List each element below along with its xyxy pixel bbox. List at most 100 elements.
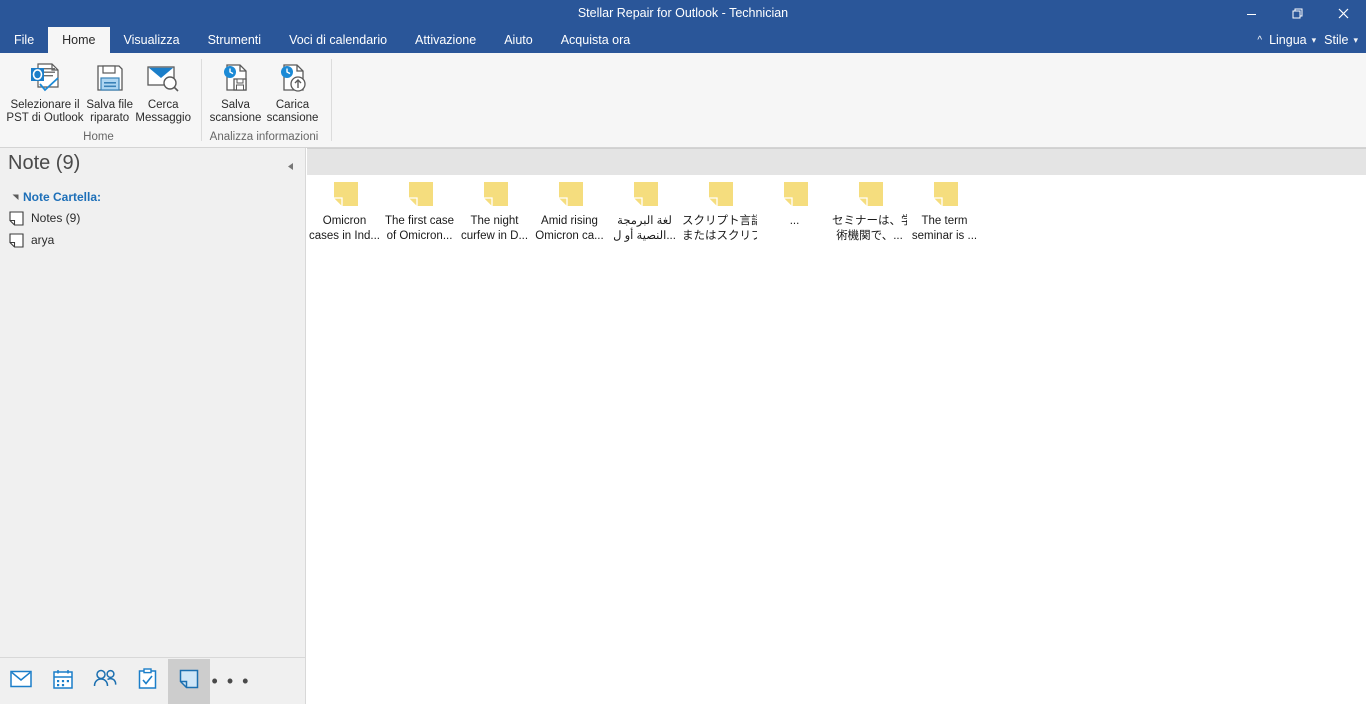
ribbon-group-separator-1 [201,59,202,141]
ribbon-group-home: Selezionare il PST di Outlook Salva file… [6,53,191,147]
note-item[interactable]: セミナーは、学 術機関で、... [832,175,907,244]
select-pst-label-line1: Selezionare il [10,99,80,111]
tab-aiuto[interactable]: Aiuto [490,27,547,53]
restore-button[interactable] [1274,0,1320,27]
note-icon [328,178,362,212]
ribbon-right-controls: ^ Lingua ▾ Stile ▾ [1257,27,1362,53]
save-scan-icon [220,60,252,96]
note-label-line1: The first case [384,215,455,227]
note-icon [5,232,27,248]
note-label-line1: The term [921,215,968,227]
tab-visualizza[interactable]: Visualizza [110,27,194,53]
ribbon-group-separator-2 [331,59,332,141]
note-icon [179,669,199,694]
window-title: Stellar Repair for Outlook - Technician [577,6,789,20]
ribbon-collapse-icon[interactable]: ^ [1257,35,1265,46]
note-item[interactable]: Amid rising Omicron ca... [532,175,607,244]
note-label-line1: لغة البرمجة [617,215,672,227]
note-label-line1: Amid rising [541,215,598,227]
note-item[interactable]: لغة البرمجة النصية أو ل... [607,175,682,244]
select-outlook-pst-button[interactable]: Selezionare il PST di Outlook [6,57,84,125]
note-item[interactable]: ... [757,175,832,244]
note-icon [403,178,437,212]
tab-file[interactable]: File [0,27,48,53]
language-menu[interactable]: Lingua [1267,33,1309,47]
language-chevron-down-icon[interactable]: ▾ [1311,35,1321,46]
search-message-label-line1: Cerca [147,99,179,111]
outlook-pst-icon [28,60,62,96]
note-label-line1: セミナーは、学 [832,215,907,227]
note-label-line2: النصية أو ل... [613,230,676,242]
page-title: Note (9) [8,152,81,174]
note-item[interactable]: The night curfew in D... [457,175,532,244]
clipboard-check-icon [138,668,157,694]
tab-attivazione[interactable]: Attivazione [401,27,490,53]
save-scan-label-line1: Salva [221,99,250,111]
note-icon [853,178,887,212]
save-scan-label-line2: scansione [209,112,262,124]
navigation-pane: Note (9) Note Cartella: Notes (9) arya [0,148,306,657]
note-label-line1: Omicron [322,215,367,227]
ribbon-tab-strip: File Home Visualizza Strumenti Voci di c… [0,27,1366,53]
collapse-left-icon[interactable] [284,159,298,173]
note-label-line2: of Omicron... [386,230,453,242]
floppy-save-icon [94,60,126,96]
tab-acquista-ora[interactable]: Acquista ora [547,27,644,53]
note-icon [628,178,662,212]
chevron-expanded-icon[interactable] [7,192,23,201]
tree-item-arya[interactable]: arya [0,229,305,251]
ribbon-tabs: File Home Visualizza Strumenti Voci di c… [0,27,644,53]
note-label-line2: 術機関で、... [836,230,903,242]
nav-calendar-button[interactable] [42,659,84,704]
tab-home[interactable]: Home [48,27,110,53]
note-label-line1: The night [470,215,519,227]
save-repaired-label-line2: riparato [90,112,130,124]
tree-root-note-cartella[interactable]: Note Cartella: [0,186,305,207]
nav-overflow-button[interactable]: • • • [210,659,252,704]
note-item[interactable]: Omicron cases in Ind... [307,175,382,244]
search-message-button[interactable]: Cerca Messaggio [135,57,191,125]
save-repaired-file-button[interactable]: Salva file riparato [84,57,135,125]
ribbon-group-home-title: Home [83,131,114,143]
load-scan-label-line2: scansione [266,112,319,124]
nav-tasks-button[interactable] [126,659,168,704]
note-label-line2: curfew in D... [460,230,529,242]
style-menu[interactable]: Stile [1322,33,1350,47]
tree-item-notes[interactable]: Notes (9) [0,207,305,229]
load-scan-button[interactable]: Carica scansione [264,57,321,125]
tab-voci-di-calendario[interactable]: Voci di calendario [275,27,401,53]
envelope-icon [10,670,32,693]
note-item[interactable]: The term seminar is ... [907,175,982,244]
nav-people-button[interactable] [84,659,126,704]
ribbon-group-analyze: Salva scansione Carica scansione Analizz… [207,53,321,147]
note-icon [703,178,737,212]
tree-item-label: arya [31,233,55,247]
tab-strumenti[interactable]: Strumenti [194,27,276,53]
note-label-line2: seminar is ... [911,230,978,242]
folder-tree: Note Cartella: Notes (9) arya [0,186,305,251]
note-label-line2: ... [789,215,800,227]
select-pst-label-line2: PST di Outlook [6,112,84,124]
nav-notes-button[interactable] [168,658,210,704]
note-icon [928,178,962,212]
minimize-button[interactable] [1228,0,1274,27]
note-icon [5,210,27,226]
tree-root-label: Note Cartella: [23,189,102,204]
notes-content-area: Omicron cases in Ind... The first case o… [307,148,1366,704]
nav-mail-button[interactable] [0,659,42,704]
content-toolbar-band [307,148,1366,175]
module-nav-bar: • • • [0,657,306,704]
save-scan-button[interactable]: Salva scansione [207,57,264,125]
people-icon [93,669,117,693]
note-icon [478,178,512,212]
note-item[interactable]: スクリプト言語 またはスクリプ... [682,175,757,244]
load-scan-icon [277,60,309,96]
close-button[interactable] [1320,0,1366,27]
note-icon [778,178,812,212]
style-chevron-down-icon[interactable]: ▾ [1352,35,1362,46]
note-icon [553,178,587,212]
notes-grid: Omicron cases in Ind... The first case o… [307,175,1366,244]
ribbon: Selezionare il PST di Outlook Salva file… [0,53,1366,148]
save-repaired-label-line1: Salva file [86,99,134,111]
note-item[interactable]: The first case of Omicron... [382,175,457,244]
